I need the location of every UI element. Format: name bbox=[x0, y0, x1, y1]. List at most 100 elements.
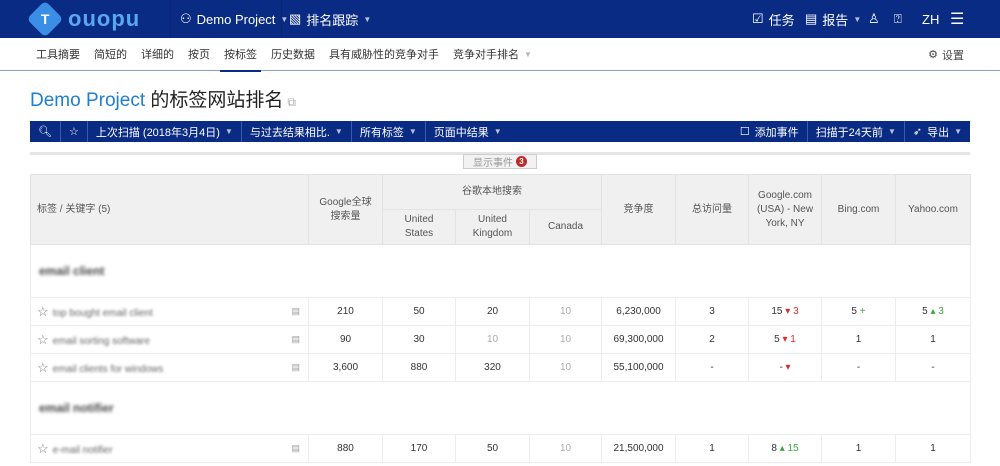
compare-dropdown[interactable]: 与过去结果相比. ▼ bbox=[242, 121, 352, 142]
yahoo-rank: 5 ▴ 3 bbox=[895, 297, 972, 326]
tags-dropdown[interactable]: 所有标签 ▼ bbox=[352, 121, 426, 142]
search-button[interactable]: 🔍︎ bbox=[30, 121, 61, 142]
send-icon: ➶ bbox=[912, 126, 923, 138]
users-icon[interactable]: ♙ bbox=[868, 0, 880, 38]
rank-change: + bbox=[859, 306, 866, 317]
google-rank: - ▾ bbox=[748, 353, 823, 382]
logo[interactable]: Touopu bbox=[26, 0, 140, 38]
menu-icon[interactable]: ☰ bbox=[950, 0, 964, 38]
header-us[interactable]: United States bbox=[382, 209, 456, 245]
favorites-button[interactable]: ☆ bbox=[61, 121, 88, 142]
visits: 3 bbox=[675, 297, 750, 326]
tag-group-row: email client bbox=[29, 244, 972, 298]
last-scan-dropdown[interactable]: 上次扫描 (2018年3月4日) ▼ bbox=[88, 121, 242, 142]
export-dropdown[interactable]: ➶ 导出 ▼ bbox=[903, 121, 970, 142]
header-yahoo[interactable]: Yahoo.com bbox=[895, 174, 972, 245]
report-icon: ▤ bbox=[805, 11, 818, 26]
bing-rank: 5 + bbox=[821, 297, 897, 326]
rank-change: 15 bbox=[787, 443, 799, 454]
tag-name[interactable]: email notifier bbox=[39, 401, 114, 415]
visits: - bbox=[675, 353, 750, 382]
page-title: Demo Project 的标签网站排名 ⧉ bbox=[30, 90, 296, 111]
us-volume: 30 bbox=[382, 325, 456, 354]
header-local-search: 谷歌本地搜索 bbox=[381, 174, 603, 210]
tab-by-page[interactable]: 按页 bbox=[188, 38, 210, 71]
global-volume: 210 bbox=[308, 297, 383, 326]
competition: 55,100,000 bbox=[601, 353, 677, 382]
table-row: ☆ email sorting software ▤ 90 30 10 10 69,… bbox=[30, 325, 972, 354]
tab-by-tag[interactable]: 按标签 bbox=[220, 38, 261, 72]
toolbar: 🔍︎ ☆ 上次扫描 (2018年3月4日) ▼ 与过去结果相比. ▼ 所有标签 ▼ 页… bbox=[30, 121, 970, 142]
google-rank: 8 ▴ 15 bbox=[748, 434, 823, 463]
canada-volume: 10 bbox=[528, 325, 603, 354]
module-selector[interactable]: ▧ 排名跟踪 ▼ bbox=[289, 0, 371, 38]
rank-change: 1 bbox=[790, 334, 796, 345]
copy-icon[interactable]: ⧉ bbox=[287, 95, 296, 109]
note-icon[interactable]: ▤ bbox=[291, 306, 300, 317]
header-visits[interactable]: 总访问量 bbox=[675, 174, 750, 245]
tab-competitor-rankings[interactable]: 竞争对手排名 ▼ bbox=[453, 38, 532, 71]
rankings-table: 标签 / 关键字 (5) Google全球搜索量 谷歌本地搜索 竞争度 总访问量… bbox=[29, 174, 972, 463]
star-icon[interactable]: ☆ bbox=[37, 304, 49, 319]
global-volume: 90 bbox=[308, 325, 383, 354]
header-uk[interactable]: United Kingdom bbox=[455, 209, 530, 245]
global-volume: 3,600 bbox=[308, 353, 383, 382]
star-icon[interactable]: ☆ bbox=[37, 441, 49, 456]
note-icon: ☐ bbox=[739, 126, 750, 138]
header-competition[interactable]: 竞争度 bbox=[601, 174, 677, 245]
rank-change: 3 bbox=[793, 306, 799, 317]
canada-volume: 10 bbox=[528, 434, 603, 463]
scan-dropdown[interactable]: 扫描于24天前 ▼ bbox=[806, 121, 904, 142]
tag-name[interactable]: email client bbox=[39, 264, 104, 278]
us-volume: 50 bbox=[382, 297, 456, 326]
settings-link[interactable]: ⚙ 设置 bbox=[928, 38, 964, 71]
header-canada[interactable]: Canada bbox=[528, 209, 603, 245]
keyword[interactable]: top bought email client bbox=[53, 308, 153, 319]
show-events-button[interactable]: 显示事件 3 bbox=[463, 154, 537, 169]
google-rank: 5 ▾ 1 bbox=[748, 325, 823, 354]
note-icon[interactable]: ▤ bbox=[291, 362, 300, 373]
header-google-ny[interactable]: Google.com (USA) - New York, NY bbox=[748, 174, 823, 245]
star-icon[interactable]: ☆ bbox=[37, 332, 49, 347]
note-icon[interactable]: ▤ bbox=[291, 443, 300, 454]
tag-group-row: email notifier bbox=[29, 381, 972, 435]
competition: 69,300,000 bbox=[601, 325, 677, 354]
keyword[interactable]: email clients for windows bbox=[53, 364, 164, 375]
top-navbar: Touopu ⚇ Demo Project ▼ ▧ 排名跟踪 ▼ ☑ 任务 ▤ 报告 ▼ ♙ … bbox=[0, 0, 1000, 38]
visits: 2 bbox=[675, 325, 750, 354]
yahoo-rank: - bbox=[895, 353, 972, 382]
uk-volume: 10 bbox=[455, 325, 530, 354]
tasks-icon: ☑ bbox=[752, 11, 764, 26]
header-global-volume[interactable]: Google全球搜索量 bbox=[308, 174, 383, 245]
reports-menu[interactable]: ▤ 报告 ▼ bbox=[805, 0, 861, 38]
tab-threat-competitors[interactable]: 具有威胁性的竞争对手 bbox=[329, 38, 439, 71]
google-rank: 15 ▾ 3 bbox=[748, 297, 823, 326]
bing-rank: 1 bbox=[821, 434, 897, 463]
tab-detailed[interactable]: 详细的 bbox=[141, 38, 174, 71]
tab-brief[interactable]: 简短的 bbox=[94, 38, 127, 71]
help-icon[interactable]: ⍰ bbox=[894, 0, 902, 38]
tasks-link[interactable]: ☑ 任务 bbox=[752, 0, 795, 38]
page-results-dropdown[interactable]: 页面中结果 ▼ bbox=[426, 121, 510, 142]
star-icon: ☆ bbox=[68, 126, 79, 138]
header-bing[interactable]: Bing.com bbox=[821, 174, 897, 245]
yahoo-rank: 1 bbox=[895, 434, 972, 463]
uk-volume: 50 bbox=[455, 434, 530, 463]
canada-volume: 10 bbox=[528, 353, 603, 382]
add-event-button[interactable]: ☐ 添加事件 bbox=[732, 121, 807, 142]
tab-history[interactable]: 历史数据 bbox=[271, 38, 315, 71]
keyword[interactable]: email sorting software bbox=[53, 336, 150, 347]
note-icon[interactable]: ▤ bbox=[291, 334, 300, 345]
project-selector[interactable]: ⚇ Demo Project ▼ bbox=[180, 0, 288, 38]
header-keyword[interactable]: 标签 / 关键字 (5) bbox=[30, 174, 309, 245]
us-volume: 880 bbox=[382, 353, 456, 382]
competition: 21,500,000 bbox=[601, 434, 677, 463]
star-icon[interactable]: ☆ bbox=[37, 360, 49, 375]
uk-volume: 320 bbox=[455, 353, 530, 382]
logo-icon: T bbox=[26, 0, 64, 38]
keyword[interactable]: e-mail notifier bbox=[53, 445, 113, 456]
language-selector[interactable]: ZH bbox=[922, 0, 939, 38]
tab-summary[interactable]: 工具摘要 bbox=[36, 38, 80, 71]
us-volume: 170 bbox=[382, 434, 456, 463]
rank-tracker-icon: ▧ bbox=[289, 11, 302, 26]
